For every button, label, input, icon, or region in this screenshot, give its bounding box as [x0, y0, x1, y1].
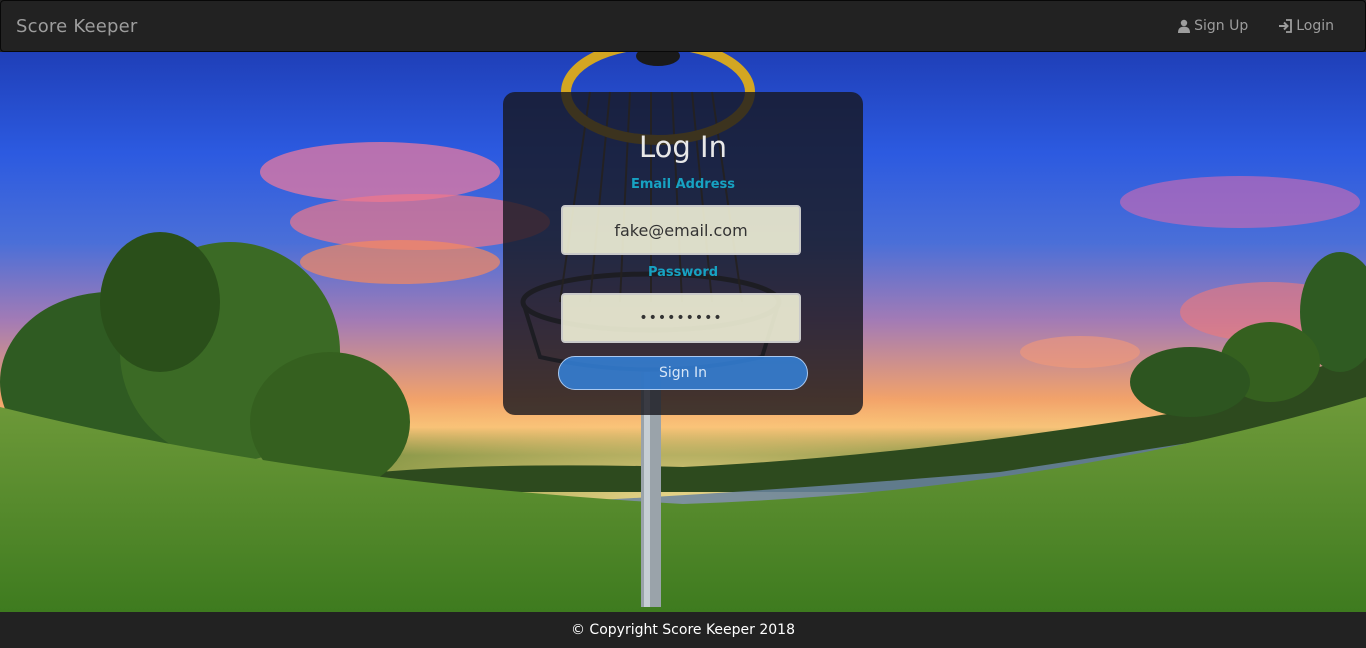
copyright-text: © Copyright Score Keeper 2018 — [570, 622, 795, 638]
sign-in-button[interactable]: Sign In — [558, 356, 808, 390]
login-card: Log In Email Address Password Sign In — [503, 92, 863, 415]
top-navbar: Score Keeper Sign Up Login — [0, 0, 1366, 52]
user-icon — [1177, 19, 1191, 33]
password-label: Password — [647, 265, 719, 280]
password-field[interactable] — [561, 293, 801, 343]
login-link[interactable]: Login — [1278, 18, 1334, 34]
signup-link[interactable]: Sign Up — [1177, 18, 1248, 34]
email-field[interactable] — [561, 205, 801, 255]
brand-title[interactable]: Score Keeper — [16, 16, 138, 37]
footer: © Copyright Score Keeper 2018 — [0, 612, 1366, 648]
login-label: Login — [1296, 18, 1334, 34]
nav-links: Sign Up Login — [1177, 18, 1334, 34]
signup-label: Sign Up — [1194, 18, 1249, 34]
login-title: Log In — [639, 130, 727, 164]
login-icon — [1278, 19, 1293, 33]
email-label: Email Address — [630, 177, 735, 192]
